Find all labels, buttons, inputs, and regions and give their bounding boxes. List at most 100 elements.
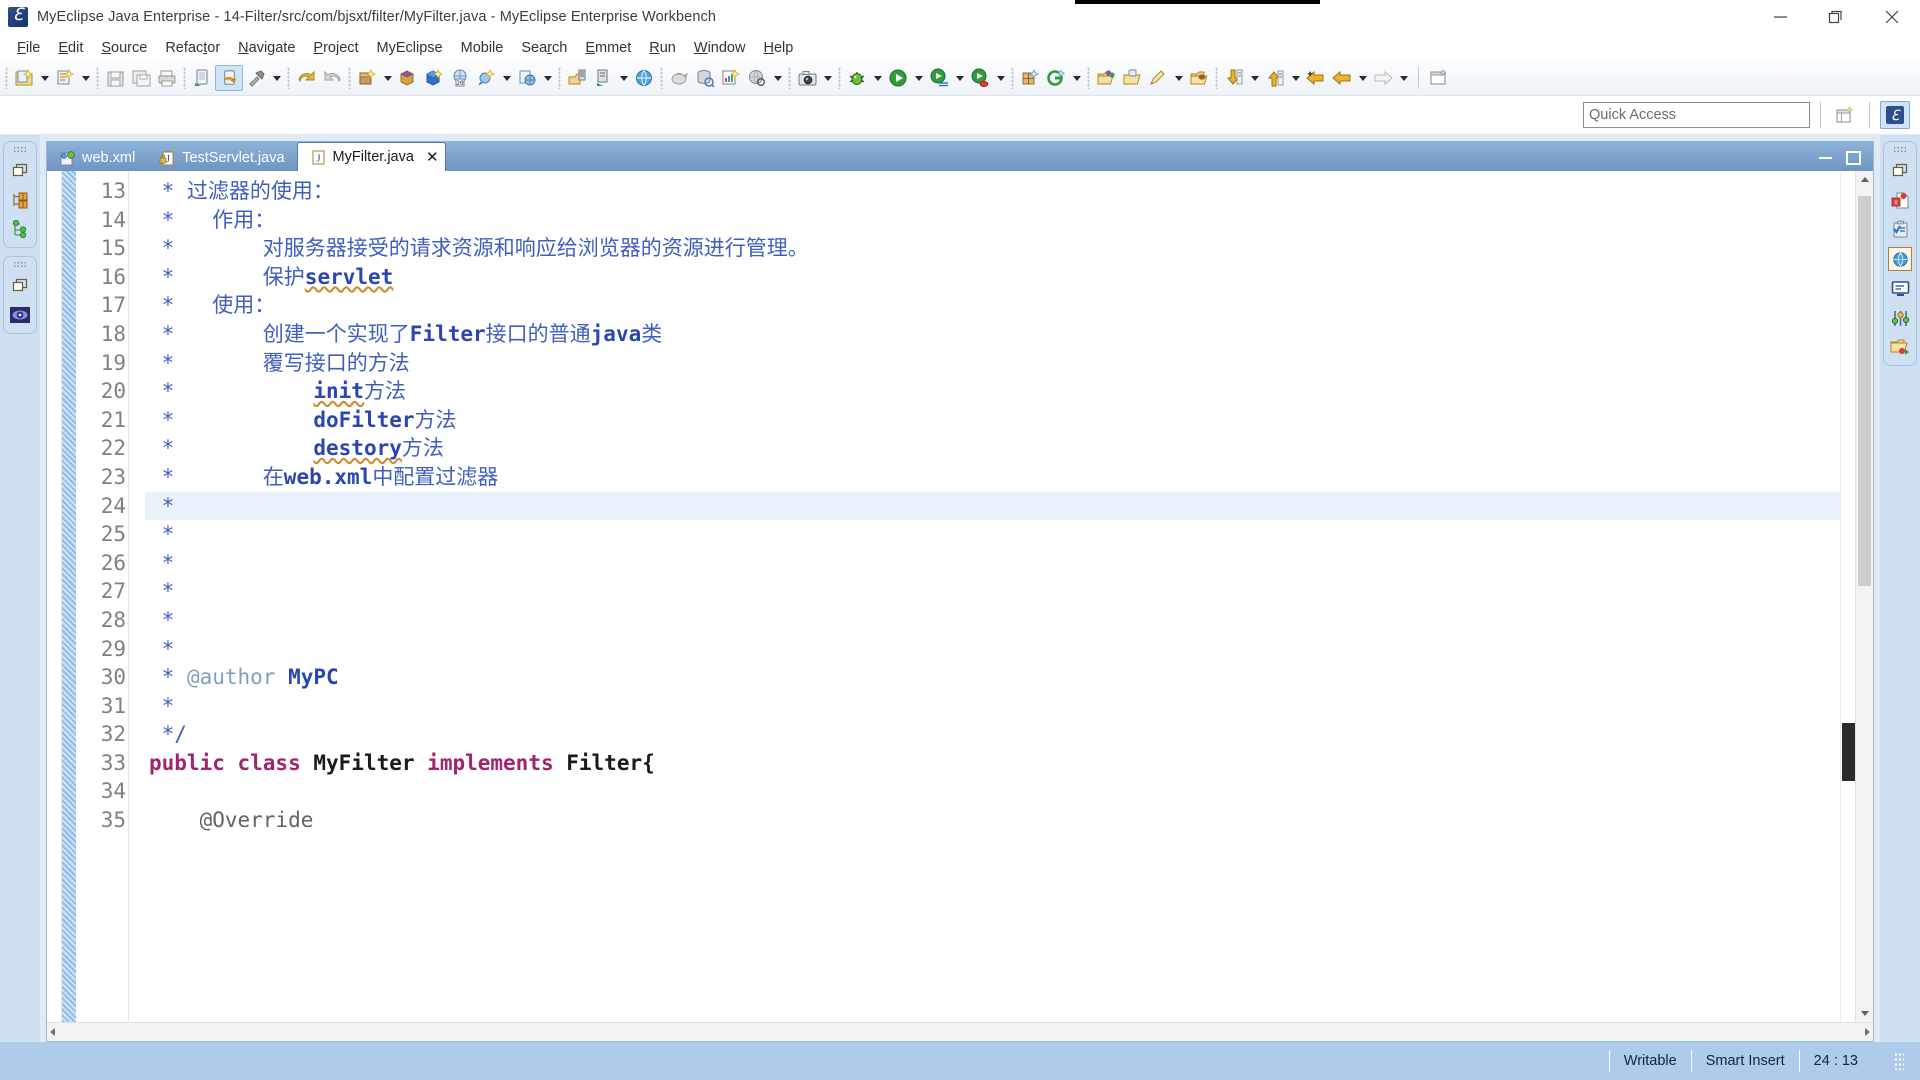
editor-horizontal-scrollbar[interactable] xyxy=(47,1022,1873,1041)
rail-grip-2[interactable] xyxy=(13,261,27,267)
camera-dropdown-icon[interactable] xyxy=(820,65,835,91)
previous-annotation-icon[interactable] xyxy=(1262,65,1288,91)
menu-file[interactable]: File xyxy=(8,38,49,58)
menu-project[interactable]: Project xyxy=(304,38,367,58)
new-window-icon[interactable] xyxy=(1426,65,1452,91)
restore-button[interactable] xyxy=(1808,0,1864,34)
servers-icon[interactable] xyxy=(1889,336,1911,358)
restore-view-icon[interactable] xyxy=(1889,160,1911,182)
debug-dropdown-icon[interactable] xyxy=(870,65,885,91)
deploy-icon[interactable] xyxy=(189,65,215,91)
scroll-thumb[interactable] xyxy=(1858,196,1871,586)
properties-icon[interactable] xyxy=(1889,307,1911,329)
open-resource-icon[interactable] xyxy=(1093,65,1119,91)
forward-dropdown-icon[interactable] xyxy=(1396,65,1411,91)
restore-view-icon[interactable] xyxy=(9,160,31,182)
backward-dropdown-icon[interactable] xyxy=(1355,65,1370,91)
piggy-bank-icon[interactable] xyxy=(666,65,692,91)
previous-annotation-dropdown-icon[interactable] xyxy=(1288,65,1303,91)
editor-marker-gutter[interactable] xyxy=(47,171,62,1022)
debug-bug-icon[interactable] xyxy=(844,65,870,91)
new-wizard-icon[interactable] xyxy=(52,65,78,91)
minimize-editor-icon[interactable] xyxy=(1819,157,1832,159)
globe-search-dropdown-icon[interactable] xyxy=(770,65,785,91)
menu-refactor[interactable]: Refactor xyxy=(156,38,229,58)
menu-run[interactable]: Run xyxy=(640,38,685,58)
run-coverage-dropdown-icon[interactable] xyxy=(993,65,1008,91)
genuitec-icon[interactable] xyxy=(1043,65,1069,91)
report-designer-icon[interactable] xyxy=(718,65,744,91)
myeclipse-explorer-icon[interactable] xyxy=(9,304,31,326)
scroll-left-icon[interactable] xyxy=(50,1028,55,1036)
new-snippet-icon[interactable] xyxy=(473,65,499,91)
menu-emmet[interactable]: Emmet xyxy=(576,38,640,58)
close-button[interactable] xyxy=(1864,0,1920,34)
menu-search[interactable]: Search xyxy=(512,38,576,58)
menu-source[interactable]: Source xyxy=(92,38,156,58)
db-browser-icon[interactable] xyxy=(692,65,718,91)
new-package-dropdown-icon[interactable] xyxy=(380,65,395,91)
myeclipse-perspective-icon[interactable]: ℇ xyxy=(1880,101,1910,129)
new-web-icon[interactable] xyxy=(514,65,540,91)
run-server-icon[interactable] xyxy=(215,65,243,91)
run-icon[interactable] xyxy=(885,65,911,91)
close-icon[interactable]: ✕ xyxy=(426,150,439,165)
editor-tab-testservlet[interactable]: J TestServlet.java xyxy=(147,145,296,171)
menu-edit[interactable]: Edit xyxy=(49,38,92,58)
source-code[interactable]: * 过滤器的使用： * 作用： * 对服务器接受的请求资源和响应给浏览器的资源进… xyxy=(145,171,1873,1022)
editor-vertical-scrollbar[interactable] xyxy=(1855,171,1873,1022)
web-browser-icon[interactable] xyxy=(1888,247,1912,271)
back-history-icon[interactable] xyxy=(1303,65,1329,91)
build-hammer-icon[interactable] xyxy=(243,65,269,91)
camera-snapshot-icon[interactable] xyxy=(794,65,820,91)
console-icon[interactable] xyxy=(1889,278,1911,300)
new-snippet-dropdown-icon[interactable] xyxy=(499,65,514,91)
run-config-icon[interactable] xyxy=(926,65,952,91)
next-annotation-dropdown-icon[interactable] xyxy=(1247,65,1262,91)
edit-tag-icon[interactable] xyxy=(1145,65,1171,91)
save-icon[interactable] xyxy=(102,65,128,91)
save-all-icon[interactable] xyxy=(128,65,154,91)
menu-window[interactable]: Window xyxy=(685,38,755,58)
rail-grip[interactable] xyxy=(13,146,27,152)
open-task-icon[interactable] xyxy=(1119,65,1145,91)
edit-tag-dropdown-icon[interactable] xyxy=(1171,65,1186,91)
menu-mobile[interactable]: Mobile xyxy=(452,38,513,58)
problems-icon[interactable]: x xyxy=(1889,189,1911,211)
undo-icon[interactable] xyxy=(293,65,319,91)
editor-tab-web-xml[interactable]: web.xml xyxy=(47,145,147,171)
menu-myeclipse[interactable]: MyEclipse xyxy=(368,38,452,58)
package-explorer-icon[interactable] xyxy=(9,189,31,211)
deploy-server-dropdown-icon[interactable] xyxy=(616,65,631,91)
new-java-project-icon[interactable] xyxy=(11,65,37,91)
scroll-up-icon[interactable] xyxy=(1856,171,1873,188)
maximize-editor-icon[interactable] xyxy=(1846,151,1861,165)
restore-view-icon[interactable] xyxy=(9,275,31,297)
tasks-icon[interactable] xyxy=(1889,218,1911,240)
new-interface-icon[interactable] xyxy=(421,65,447,91)
run-dropdown-icon[interactable] xyxy=(911,65,926,91)
export-server-icon[interactable] xyxy=(564,65,590,91)
folding-ruler[interactable] xyxy=(129,171,145,1022)
new-web-dropdown-icon[interactable] xyxy=(540,65,555,91)
scroll-right-icon[interactable] xyxy=(1865,1028,1870,1036)
menu-help[interactable]: Help xyxy=(754,38,802,58)
minimize-button[interactable] xyxy=(1752,0,1808,34)
open-perspective-icon[interactable] xyxy=(1831,102,1859,128)
genuitec-dropdown-icon[interactable] xyxy=(1069,65,1084,91)
new-package-icon[interactable] xyxy=(354,65,380,91)
outline-tree-icon[interactable] xyxy=(9,218,31,240)
overview-ruler[interactable] xyxy=(1840,171,1856,1022)
menu-navigate[interactable]: Navigate xyxy=(229,38,304,58)
new-class-icon[interactable] xyxy=(395,65,421,91)
build-dropdown-icon[interactable] xyxy=(269,65,284,91)
run-coverage-icon[interactable] xyxy=(967,65,993,91)
status-resize-grip[interactable] xyxy=(1894,1052,1904,1070)
new-java-project-dropdown-icon[interactable] xyxy=(37,65,52,91)
new-wizard-dropdown-icon[interactable] xyxy=(78,65,93,91)
deploy-server-icon[interactable] xyxy=(590,65,616,91)
globe-search-icon[interactable] xyxy=(744,65,770,91)
run-config-dropdown-icon[interactable] xyxy=(952,65,967,91)
scroll-track[interactable] xyxy=(1856,188,1873,1005)
redo-icon[interactable] xyxy=(319,65,345,91)
